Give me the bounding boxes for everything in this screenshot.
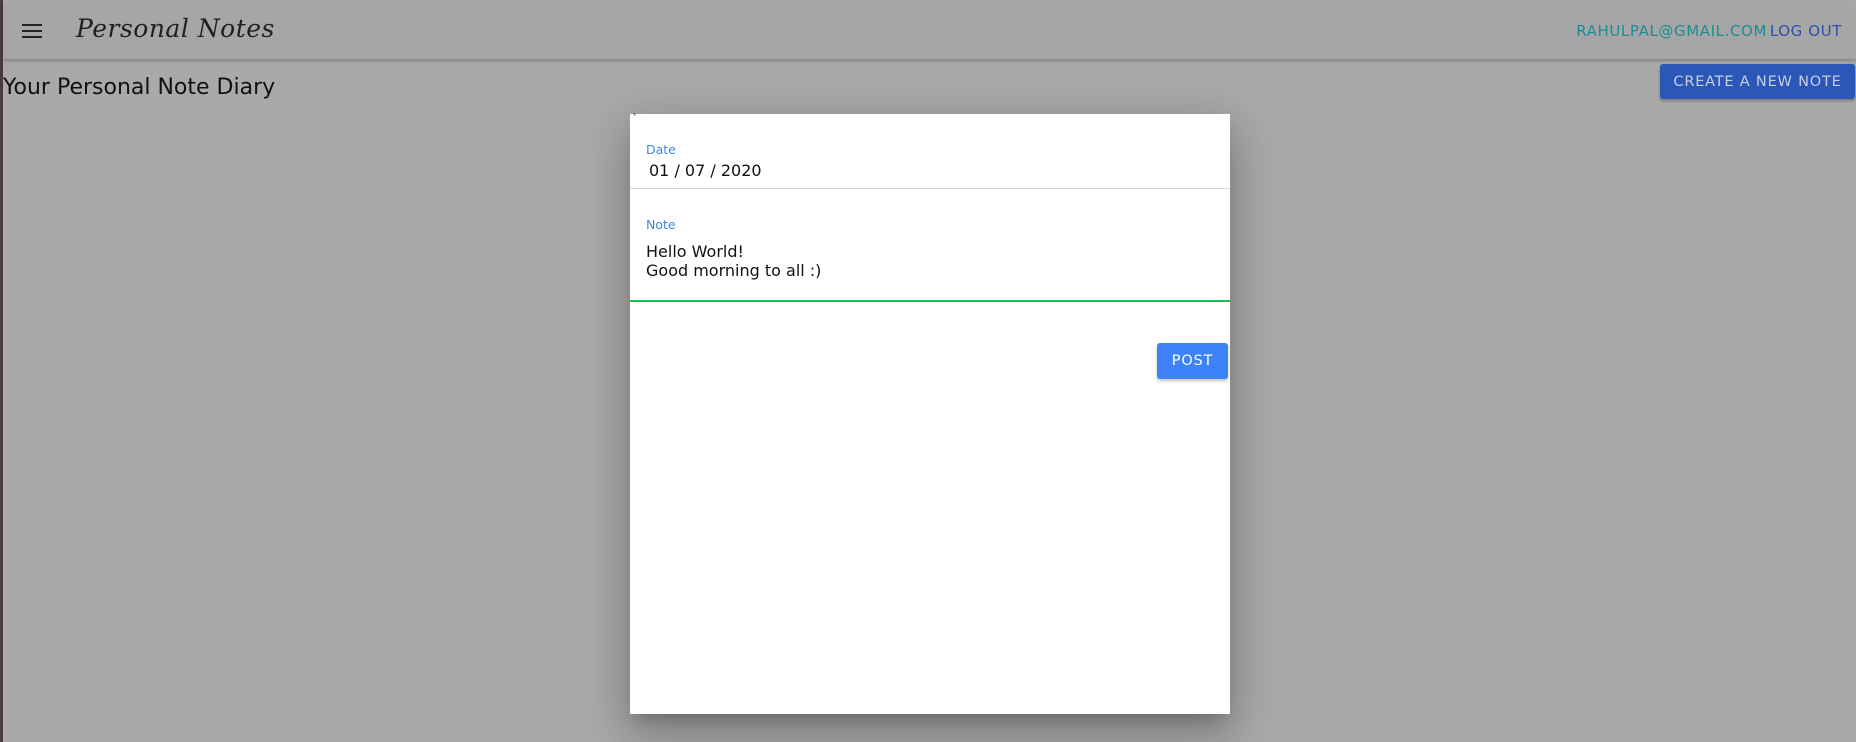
logout-button[interactable]: LOG OUT (1770, 22, 1842, 40)
dialog-stray-mark: ` (632, 112, 638, 126)
note-dialog: ` Date 01 / 07 / 2020 Note Hello World! … (630, 112, 1230, 714)
field-divider (630, 188, 1230, 189)
create-note-button[interactable]: CREATE A NEW NOTE (1660, 64, 1855, 99)
window-left-edge (0, 0, 3, 742)
date-input[interactable]: 01 / 07 / 2020 (649, 161, 762, 180)
note-focus-underline (630, 300, 1230, 302)
user-email-link[interactable]: RAHULPAL@GMAIL.COM (1576, 22, 1767, 40)
post-button[interactable]: POST (1157, 343, 1228, 379)
hamburger-menu-icon[interactable] (22, 24, 44, 40)
date-field-label: Date (646, 142, 676, 157)
app-brand: Personal Notes (76, 14, 275, 43)
note-textarea[interactable]: Hello World! Good morning to all :) (646, 242, 821, 280)
note-field-label: Note (646, 217, 676, 232)
app-bar: Personal Notes RAHULPAL@GMAIL.COM LOG OU… (3, 3, 1856, 59)
page-title: Your Personal Note Diary (3, 75, 276, 100)
